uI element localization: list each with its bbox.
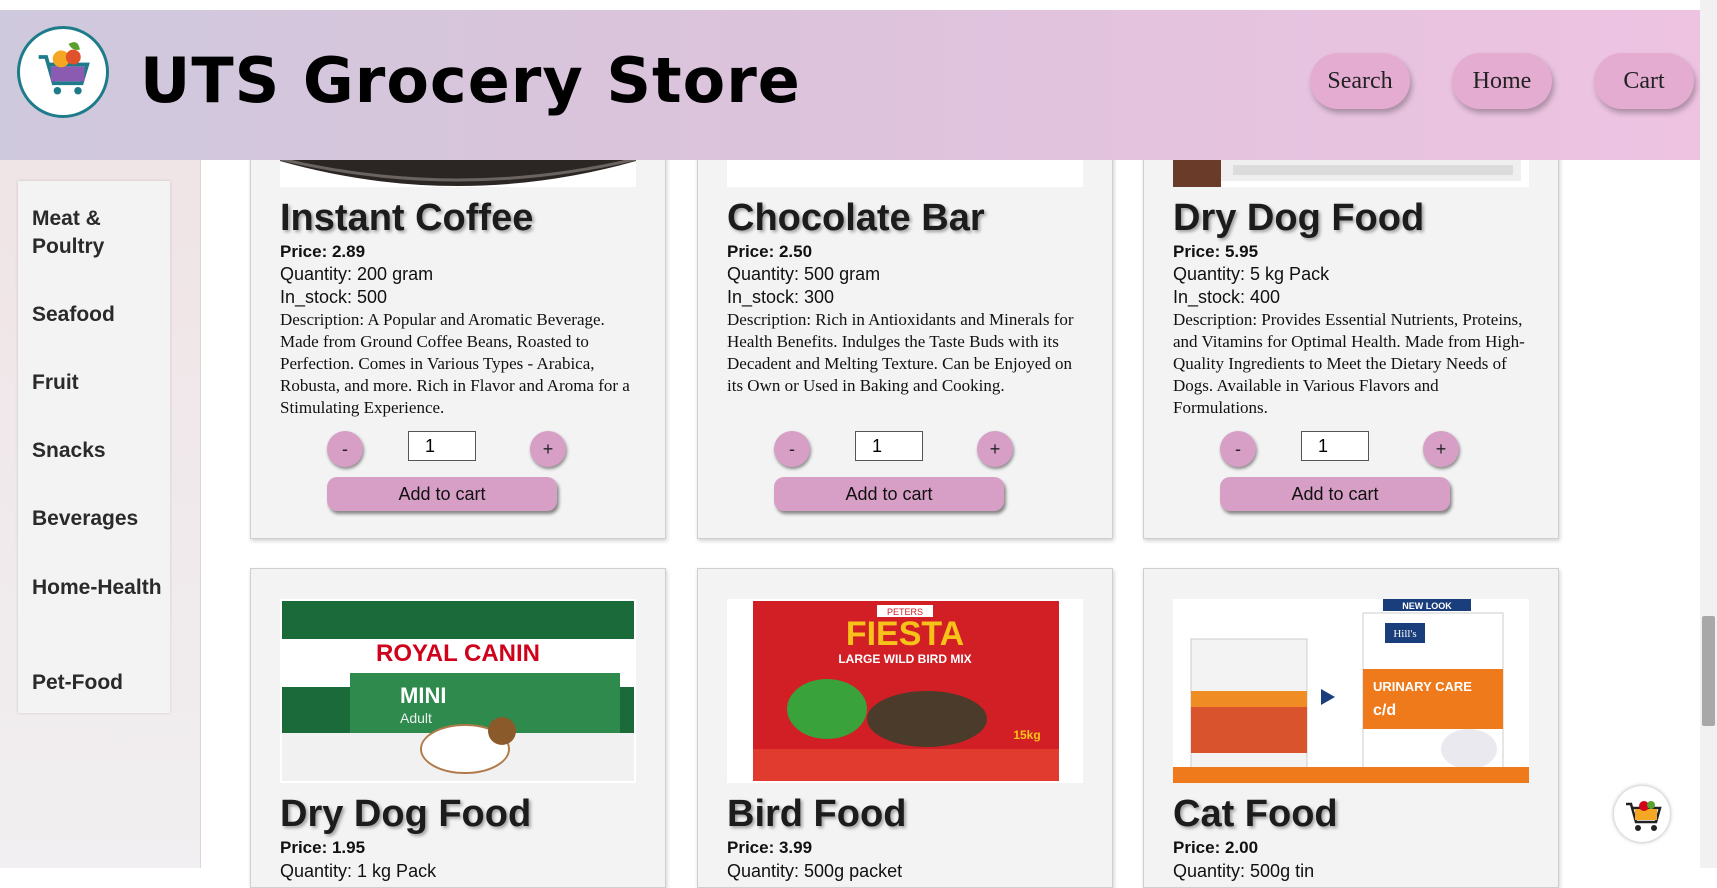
product-name: Chocolate Bar [727, 197, 985, 239]
increase-quantity-button[interactable]: + [530, 431, 566, 467]
product-image: NEW LOOK Hill's URINARY CARE c/d [1173, 599, 1529, 783]
sidebar-item-home-health[interactable]: Home-Health [32, 574, 162, 602]
sidebar-item-meat-poultry[interactable]: Meat & Poultry [32, 205, 162, 261]
image-brand-text: Hill's [1393, 628, 1416, 640]
product-card: Instant Coffee Price: 2.89 Quantity: 200… [250, 100, 666, 539]
image-line-text: FIESTA [846, 615, 964, 653]
product-card: PETERS FIESTA LARGE WILD BIRD MIX 15kg B… [697, 568, 1113, 888]
product-description: Description: Rich in Antioxidants and Mi… [727, 310, 1074, 395]
product-quantity: Quantity: 500 gram [727, 264, 881, 284]
product-quantity: Quantity: 1 kg Pack [280, 861, 437, 881]
scrollbar-thumb[interactable] [1702, 616, 1715, 726]
sidebar-item-pet-food[interactable]: Pet-Food [32, 669, 162, 697]
product-name: Instant Coffee [280, 197, 534, 239]
sidebar-item-seafood[interactable]: Seafood [32, 301, 162, 329]
product-stock: In_stock: 400 [1173, 287, 1281, 307]
quantity-input[interactable] [855, 431, 923, 461]
sidebar-item-snacks[interactable]: Snacks [32, 437, 162, 465]
product-quantity: Quantity: 500g packet [727, 861, 903, 881]
image-line-text: URINARY CARE [1373, 679, 1472, 694]
product-quantity: Quantity: 200 gram [280, 264, 434, 284]
product-price: Price: 5.95 [1173, 242, 1259, 261]
sidebar-item-fruit[interactable]: Fruit [32, 369, 162, 397]
image-sub-text: LARGE WILD BIRD MIX [838, 652, 971, 666]
product-stock: In_stock: 500 [280, 287, 388, 307]
product-card: NEW LOOK Hill's URINARY CARE c/d Cat Foo… [1143, 568, 1559, 888]
cart-button[interactable]: Cart [1594, 53, 1694, 109]
product-name: Dry Dog Food [1173, 197, 1425, 239]
product-price: Price: 2.00 [1173, 838, 1259, 857]
product-card: ROYAL CANIN MINI Adult Dry Dog Food Pric… [250, 568, 666, 888]
grocery-cart-logo-icon[interactable] [17, 26, 109, 118]
product-image: PETERS FIESTA LARGE WILD BIRD MIX 15kg [727, 599, 1083, 783]
sidebar-item-beverages[interactable]: Beverages [32, 505, 162, 533]
quantity-input[interactable] [408, 431, 476, 461]
product-price: Price: 1.95 [280, 838, 366, 857]
increase-quantity-button[interactable]: + [1423, 431, 1459, 467]
product-quantity: Quantity: 5 kg Pack [1173, 264, 1330, 284]
image-badge-text: NEW LOOK [1402, 601, 1452, 611]
search-button[interactable]: Search [1310, 53, 1410, 109]
product-description: Description: A Popular and Aromatic Beve… [280, 310, 630, 417]
product-price: Price: 3.99 [727, 838, 813, 857]
add-to-cart-button[interactable]: Add to cart [327, 477, 557, 511]
decrease-quantity-button[interactable]: - [774, 431, 810, 467]
home-button[interactable]: Home [1452, 53, 1552, 109]
category-sidebar: Meat & Poultry Seafood Fruit Snacks Beve… [18, 181, 170, 713]
scrollbar-track[interactable] [1700, 0, 1717, 868]
add-to-cart-button[interactable]: Add to cart [1220, 477, 1450, 511]
image-sub-text: Adult [400, 710, 432, 726]
page-title: UTS Grocery Store [140, 44, 801, 117]
product-price: Price: 2.89 [280, 242, 366, 261]
site-header: UTS Grocery Store Search Home Cart [0, 10, 1700, 160]
product-quantity: Quantity: 500g tin [1173, 861, 1315, 881]
product-price: Price: 2.50 [727, 242, 813, 261]
product-name: Dry Dog Food [280, 793, 532, 835]
image-brand-text: ROYAL CANIN [376, 640, 540, 667]
decrease-quantity-button[interactable]: - [1220, 431, 1256, 467]
add-to-cart-button[interactable]: Add to cart [774, 477, 1004, 511]
product-name: Cat Food [1173, 793, 1338, 835]
product-card: Chocolate Bar Price: 2.50 Quantity: 500 … [697, 100, 1113, 539]
product-stock: In_stock: 300 [727, 287, 835, 307]
image-weight-text: 15kg [1013, 728, 1040, 742]
image-line-text: MINI [400, 683, 446, 708]
image-sub-text: c/d [1373, 702, 1396, 719]
quantity-input[interactable] [1301, 431, 1369, 461]
increase-quantity-button[interactable]: + [977, 431, 1013, 467]
product-description: Description: Provides Essential Nutrient… [1173, 310, 1525, 417]
product-name: Bird Food [727, 793, 907, 835]
decrease-quantity-button[interactable]: - [327, 431, 363, 467]
shopping-cart-icon[interactable] [1614, 786, 1670, 842]
product-card: Dry Dog Food Price: 5.95 Quantity: 5 kg … [1143, 100, 1559, 539]
product-image: ROYAL CANIN MINI Adult [280, 599, 636, 783]
